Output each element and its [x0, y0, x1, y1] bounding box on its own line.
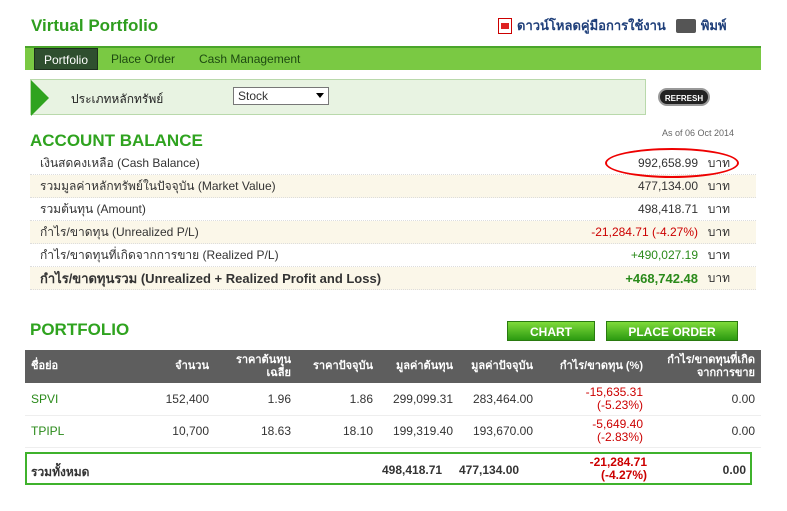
- security-type-filter: ประเภทหลักทรัพย์ Stock: [30, 79, 646, 116]
- cell-cost: 199,319.40: [379, 415, 459, 448]
- balance-row-realized: กำไร/ขาดทุนที่เกิดจากการขาย (Realized P/…: [30, 244, 756, 267]
- balance-unit: บาท: [707, 202, 730, 216]
- cell-realized: 0.00: [649, 415, 761, 448]
- account-balance-title: ACCOUNT BALANCE: [30, 131, 203, 150]
- cell-avg: 1.96: [215, 383, 297, 416]
- cell-market: 193,670.00: [459, 415, 539, 448]
- cell-avg: 18.63: [215, 415, 297, 448]
- security-type-select[interactable]: Stock: [233, 87, 329, 105]
- total-market: 477,134.00: [459, 463, 520, 477]
- cell-market: 283,464.00: [459, 383, 539, 416]
- pdf-icon[interactable]: [498, 17, 512, 34]
- portfolio-total-row: รวมทั้งหมด 498,418.71 477,134.00 -21,284…: [25, 452, 752, 485]
- balance-label: กำไร/ขาดทุนรวม (Unrealized + Realized Pr…: [40, 271, 382, 286]
- balance-unit: บาท: [707, 271, 730, 285]
- col-last-price: ราคาปัจจุบัน: [297, 350, 379, 383]
- page-header: Virtual Portfolio ดาวน์โหลดคู่มือการใช้ง…: [0, 0, 787, 46]
- cell-qty: 10,700: [125, 415, 215, 448]
- balance-value: 477,134.00: [637, 179, 698, 193]
- chart-button[interactable]: CHART: [507, 321, 595, 341]
- balance-label: รวมมูลค่าหลักทรัพย์ในปัจจุบัน (Market Va…: [40, 179, 276, 193]
- place-order-button[interactable]: PLACE ORDER: [606, 321, 738, 341]
- balance-unit: บาท: [707, 225, 730, 239]
- col-qty: จำนวน: [125, 350, 215, 383]
- cell-qty: 152,400: [125, 383, 215, 416]
- pl-value: -15,635.31: [585, 384, 643, 399]
- balance-unit: บาท: [707, 179, 730, 193]
- balance-value: -21,284.71 (-4.27%): [591, 225, 698, 239]
- col-realized: กำไร/ขาดทุนที่เกิดจากการขาย: [649, 350, 761, 383]
- cell-pl: -15,635.31 (-5.23%): [539, 383, 649, 416]
- table-row: TPIPL 10,700 18.63 18.10 199,319.40 193,…: [25, 415, 761, 448]
- pl-percent: (-2.83%): [596, 430, 643, 444]
- refresh-button[interactable]: REFRESH: [658, 88, 710, 106]
- arrow-icon: [31, 80, 49, 116]
- balance-row-total-pl: กำไร/ขาดทุนรวม (Unrealized + Realized Pr…: [30, 267, 756, 290]
- page-title: Virtual Portfolio: [31, 16, 159, 35]
- balance-row-unrealized: กำไร/ขาดทุน (Unrealized P/L) -21,284.71 …: [30, 221, 756, 244]
- security-type-value: Stock: [238, 89, 269, 103]
- cell-last: 1.86: [297, 383, 379, 416]
- printer-icon[interactable]: [675, 18, 696, 33]
- total-label: รวมทั้งหมด: [31, 465, 90, 479]
- print-link[interactable]: พิมพ์: [701, 15, 727, 36]
- table-header: ชื่อย่อ จำนวน ราคาต้นทุนเฉลี่ย ราคาปัจจุ…: [25, 350, 761, 383]
- balance-label: เงินสดคงเหลือ (Cash Balance): [40, 156, 200, 170]
- highlight-circle: [605, 148, 739, 178]
- as-of-date: As of 06 Oct 2014: [662, 128, 735, 138]
- total-pl-percent: (-4.27%): [600, 468, 647, 482]
- total-realized: 0.00: [722, 463, 746, 477]
- col-avg-cost: ราคาต้นทุนเฉลี่ย: [215, 350, 297, 383]
- balance-row-amount: รวมต้นทุน (Amount) 498,418.71 บาท: [30, 198, 756, 221]
- balance-value: +468,742.48: [625, 271, 698, 286]
- balance-label: กำไร/ขาดทุนที่เกิดจากการขาย (Realized P/…: [40, 248, 279, 262]
- total-cost: 498,418.71: [382, 463, 443, 477]
- cell-symbol[interactable]: TPIPL: [25, 415, 125, 448]
- tab-bar: Portfolio Place Order Cash Management: [25, 46, 761, 70]
- tab-portfolio[interactable]: Portfolio: [34, 48, 99, 70]
- cell-symbol[interactable]: SPVI: [25, 383, 125, 416]
- balance-value: 498,418.71: [637, 202, 698, 216]
- cell-pl: -5,649.40 (-2.83%): [539, 415, 649, 448]
- total-pl: -21,284.71 (-4.27%): [567, 456, 647, 482]
- balance-row-market-value: รวมมูลค่าหลักทรัพย์ในปัจจุบัน (Market Va…: [30, 175, 756, 198]
- security-type-label: ประเภทหลักทรัพย์: [71, 92, 164, 106]
- table-row: SPVI 152,400 1.96 1.86 299,099.31 283,46…: [25, 383, 761, 416]
- header-tools: ดาวน์โหลดคู่มือการใช้งาน พิมพ์: [498, 15, 727, 36]
- col-pl: กำไร/ขาดทุน (%): [539, 350, 649, 383]
- portfolio-title: PORTFOLIO: [30, 320, 130, 339]
- download-manual-link[interactable]: ดาวน์โหลดคู่มือการใช้งาน: [517, 15, 666, 36]
- col-cost-value: มูลค่าต้นทุน: [379, 350, 459, 383]
- cell-realized: 0.00: [649, 383, 761, 416]
- balance-label: รวมต้นทุน (Amount): [40, 202, 146, 216]
- col-market-value: มูลค่าปัจจุบัน: [459, 350, 539, 383]
- tab-cash-management[interactable]: Cash Management: [190, 48, 309, 70]
- balance-label: กำไร/ขาดทุน (Unrealized P/L): [40, 225, 199, 239]
- balance-unit: บาท: [707, 248, 730, 262]
- tab-place-order[interactable]: Place Order: [102, 48, 184, 70]
- pl-percent: (-5.23%): [596, 397, 643, 412]
- cell-cost: 299,099.31: [379, 383, 459, 416]
- portfolio-table: ชื่อย่อ จำนวน ราคาต้นทุนเฉลี่ย ราคาปัจจุ…: [25, 350, 761, 448]
- chevron-down-icon: [316, 93, 324, 98]
- col-symbol: ชื่อย่อ: [25, 350, 125, 383]
- cell-last: 18.10: [297, 415, 379, 448]
- balance-value: +490,027.19: [630, 248, 698, 262]
